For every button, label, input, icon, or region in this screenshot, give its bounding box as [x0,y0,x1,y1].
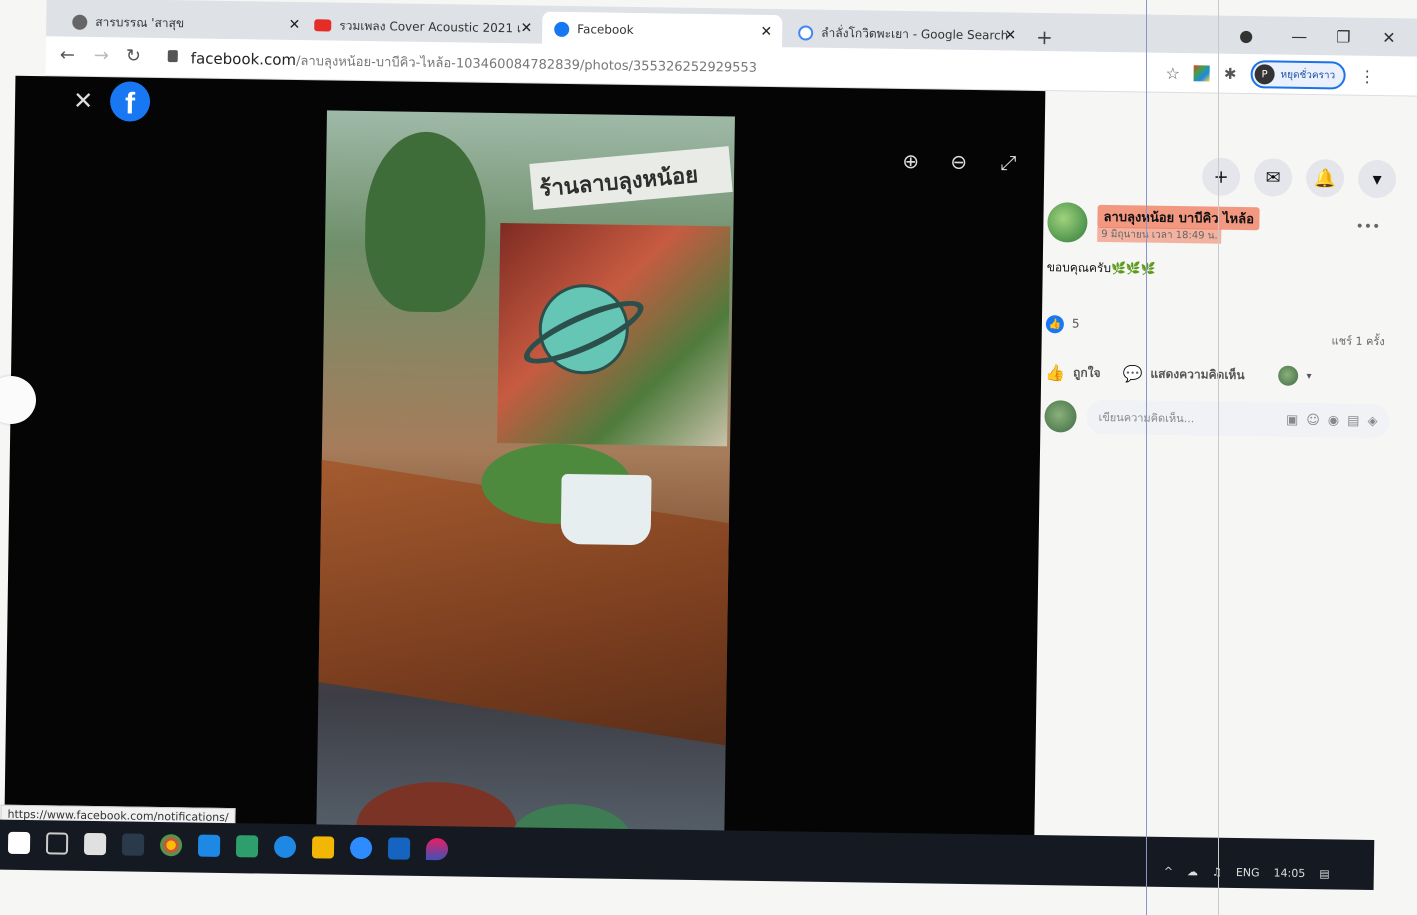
profile-button-label: หยุดชั่วคราว [1280,69,1336,81]
comment-tools: ▣ ☺ ◉ ▤ ◈ [1286,412,1378,428]
tray-chevron-icon[interactable]: ^ [1164,865,1173,878]
file-explorer-icon[interactable] [311,836,335,859]
lock-icon [167,50,178,63]
gif-icon[interactable]: ▤ [1347,413,1360,428]
url-path: /ลาบลุงหน้อย-บาบีคิว-ไหล้อ-1034600847828… [295,53,758,76]
like-reaction-icon: 👍 [1045,315,1065,334]
app-icon[interactable] [349,836,373,860]
address-bar[interactable]: facebook.com/ลาบลุงหน้อย-บาบีคิว-ไหล้อ-1… [191,48,758,77]
bookmark-star-icon[interactable]: ☆ [1166,63,1181,82]
windows-start-icon[interactable] [7,831,31,855]
avatar[interactable] [1278,365,1299,386]
comment-icon[interactable]: 💬 [1122,364,1142,383]
close-icon[interactable]: ✕ [760,24,772,40]
like-button[interactable]: ถูกใจ [1073,363,1101,382]
chevron-down-icon[interactable]: ▾ [1307,370,1312,381]
network-icon[interactable]: ☁ [1187,865,1198,878]
url-domain: facebook.com [190,49,297,69]
avatar: P [1254,64,1275,85]
fb-header-buttons: + ✉ 🔔 ▾ [1201,157,1397,199]
account-menu-icon[interactable]: ▾ [1357,159,1397,199]
zoom-in-icon[interactable]: ⊕ [902,149,919,173]
more-options-icon[interactable]: ••• [1355,219,1380,235]
like-icon[interactable]: 👍 [1045,363,1065,382]
scanned-screen-photo: สารบรรณ 'สาสุข ✕ รวมเพลง Cover Acoustic … [0,0,1417,915]
avatar[interactable] [1047,202,1088,243]
tab-title: Facebook [577,22,634,37]
camera-icon[interactable]: ◉ [1328,413,1340,428]
extensions-row: ☆ ✱ P หยุดชั่วคราว ⋮ [1165,59,1375,90]
new-tab-button[interactable]: + [1036,25,1053,49]
back-button[interactable]: ← [60,44,75,65]
post-date[interactable]: 9 มิถุนายน เวลา 18:49 น. [1097,226,1222,244]
youtube-icon [314,19,332,32]
extension-icon[interactable] [1193,65,1211,82]
chrome-icon[interactable] [159,834,183,857]
notifications-icon[interactable]: 🔔 [1305,158,1345,198]
facebook-icon [554,21,570,37]
sticker-icon[interactable]: ▣ [1286,412,1299,427]
reaction-count[interactable]: 5 [1072,317,1080,331]
create-button[interactable]: + [1201,157,1241,196]
paused-profile-button[interactable]: P หยุดชั่วคราว [1250,60,1346,90]
app-icon[interactable] [235,835,259,858]
profile-dot-icon[interactable]: ● [1239,26,1253,45]
task-view-icon[interactable] [45,832,69,855]
language-indicator[interactable]: ENG [1236,866,1260,879]
photo-viewer: ✕ f ร้านลาบลุงหน้อย ⊕ ⊖ ⤢ [3,75,1046,881]
forward-button[interactable]: → [94,45,109,66]
app-icon[interactable] [425,837,449,861]
mail-icon[interactable] [197,834,221,857]
edge-icon[interactable] [273,835,297,859]
notification-center-icon[interactable]: ▤ [1319,867,1330,880]
google-icon [798,24,814,41]
scan-line [1146,0,1147,915]
tab-title: ลำลั่งโกวิดพะเยา - Google Search [821,25,1009,43]
facebook-logo[interactable]: f [109,81,151,122]
restore-button[interactable]: ❐ [1336,27,1351,46]
cup [560,473,652,546]
windows-taskbar [0,819,1375,891]
tab-title: รวมเพลง Cover Acoustic 2021 เ [339,18,522,35]
plant [364,131,487,313]
close-icon[interactable]: ✕ [1004,27,1016,43]
minimize-button[interactable]: — [1291,27,1307,46]
close-icon[interactable]: ✕ [288,17,300,33]
store-icon[interactable] [83,832,107,856]
word-icon[interactable] [387,837,411,860]
close-window-button[interactable]: ✕ [1382,28,1396,47]
globe-icon [72,14,88,30]
messenger-icon[interactable]: ✉ [1253,158,1293,197]
close-icon[interactable]: ✕ [73,87,94,115]
avatar [1044,400,1077,433]
reload-button[interactable]: ↻ [126,45,141,66]
volume-icon[interactable]: ♫ [1212,866,1222,879]
kebab-menu-icon[interactable]: ⋮ [1359,66,1375,85]
fullscreen-icon[interactable]: ⤢ [1000,150,1016,174]
post-header: ลาบลุงหน้อย บาบีคิว ไหล้อ 9 มิถุนายน เวล… [1047,200,1393,255]
system-tray: ^ ☁ ♫ ENG 14:05 ▤ [1164,865,1330,880]
tab-title: สารบรรณ 'สาสุข [95,14,185,30]
clock[interactable]: 14:05 [1273,867,1305,880]
post-caption: ขอบคุณครับ🌿🌿🌿 [1046,260,1156,276]
zoom-out-icon[interactable]: ⊖ [950,150,967,174]
show-comments-button[interactable]: แสดงความคิดเห็น [1150,364,1244,384]
shop-sign: ร้านลาบลุงหน้อย [529,146,733,210]
share-count[interactable]: แชร์ 1 ครั้ง [1331,331,1384,350]
scan-line [1218,0,1219,915]
app-icon[interactable] [121,833,145,856]
puzzle-icon[interactable]: ✱ [1224,65,1237,83]
emoji-icon[interactable]: ☺ [1306,412,1320,427]
comment-input[interactable]: เขียนความคิดเห็น... ▣ ☺ ◉ ▤ ◈ [1086,399,1390,439]
post-photo: ร้านลาบลุงหน้อย [315,110,735,867]
sticker-icon[interactable]: ◈ [1367,413,1377,428]
close-icon[interactable]: ✕ [520,20,532,36]
